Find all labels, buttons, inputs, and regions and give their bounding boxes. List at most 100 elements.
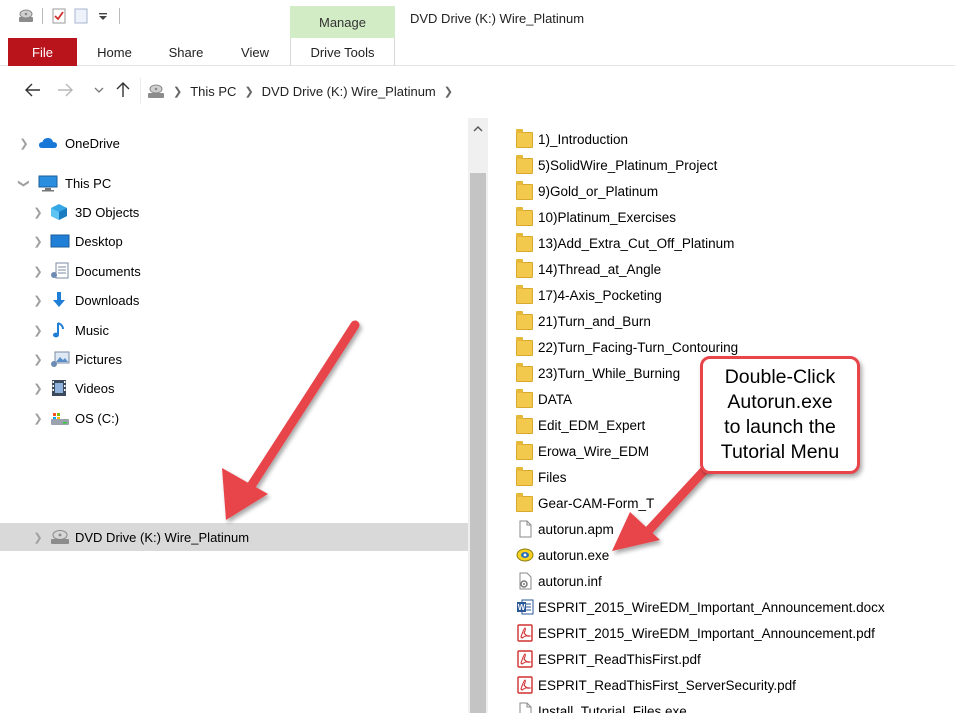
nav-label: Desktop [75, 233, 123, 249]
nav-item-onedrive[interactable]: ❯ OneDrive [0, 130, 468, 156]
tab-home[interactable]: Home [92, 38, 137, 66]
nav-item-videos[interactable]: ❯ Videos [0, 375, 468, 401]
qat-separator [119, 8, 120, 24]
list-item[interactable]: 1)_Introduction [510, 126, 950, 152]
list-item[interactable]: autorun.apm [510, 516, 950, 542]
nav-item-documents[interactable]: ❯ Documents [0, 258, 468, 284]
nav-item-this-pc[interactable]: ❯ This PC [0, 170, 468, 196]
downloads-icon [50, 291, 68, 309]
new-folder-icon[interactable] [73, 8, 89, 24]
chevron-right-icon[interactable]: ❯ [32, 206, 44, 219]
folder-icon [516, 207, 534, 226]
list-item[interactable]: Gear-CAM-Form_T [510, 490, 950, 516]
pdf-icon [516, 676, 534, 694]
folder-icon [516, 441, 534, 460]
breadcrumb-expand-chevron[interactable]: ❯ [444, 85, 453, 98]
dvd-drive-icon [147, 83, 165, 99]
folder-icon [516, 285, 534, 304]
dvd-drive-icon[interactable] [18, 8, 34, 24]
settings-file-icon [516, 572, 534, 590]
nav-item-pictures[interactable]: ❯ Pictures [0, 346, 468, 372]
tab-share[interactable]: Share [162, 38, 210, 66]
list-item[interactable]: 14)Thread_at_Angle [510, 256, 950, 282]
breadcrumb-dvd-drive[interactable]: DVD Drive (K:) Wire_Platinum [262, 84, 436, 99]
nav-item-downloads[interactable]: ❯ Downloads [0, 287, 468, 313]
folder-icon [516, 363, 534, 382]
computer-icon [38, 174, 58, 192]
chevron-right-icon[interactable]: ❯ [18, 137, 30, 150]
pdf-icon [516, 624, 534, 642]
list-item[interactable]: 13)Add_Extra_Cut_Off_Platinum [510, 230, 950, 256]
breadcrumb-this-pc[interactable]: This PC [190, 84, 236, 99]
scroll-thumb[interactable] [470, 173, 486, 713]
desktop-icon [50, 232, 70, 250]
ribbon-tab-row: File Home Share View Drive Tools [0, 38, 955, 66]
nav-item-dvd-drive[interactable]: ❯ DVD Drive (K:) Wire_Platinum [0, 523, 468, 551]
generic-file-icon [516, 702, 534, 713]
chevron-right-icon[interactable]: ❯ [32, 265, 44, 278]
tab-view[interactable]: View [234, 38, 276, 66]
nav-label: Documents [75, 263, 141, 279]
music-icon [50, 321, 68, 339]
address-box[interactable]: ❯ This PC ❯ DVD Drive (K:) Wire_Platinum… [140, 78, 955, 104]
list-item[interactable]: autorun.exe [510, 542, 950, 568]
nav-item-music[interactable]: ❯ Music [0, 317, 468, 343]
list-item[interactable]: autorun.inf [510, 568, 950, 594]
tab-file[interactable]: File [8, 38, 77, 66]
list-item[interactable]: ESPRIT_ReadThisFirst_ServerSecurity.pdf [510, 672, 950, 698]
forward-arrow-icon [58, 83, 73, 97]
nav-item-os-c[interactable]: ❯ OS (C:) [0, 405, 468, 431]
nav-label: Music [75, 322, 109, 338]
chevron-right-icon[interactable]: ❯ [32, 382, 44, 395]
chevron-right-icon[interactable]: ❯ [32, 353, 44, 366]
list-item[interactable]: 17)4-Axis_Pocketing [510, 282, 950, 308]
up-button[interactable] [114, 80, 132, 100]
back-button[interactable] [24, 80, 42, 100]
chevron-right-icon[interactable]: ❯ [32, 324, 44, 337]
navigation-pane: ❯ OneDrive ❯ This PC ❯ 3D Objects ❯ Desk… [0, 118, 468, 713]
list-item[interactable]: 5)SolidWire_Platinum_Project [510, 152, 950, 178]
manage-context-tab[interactable]: Manage [290, 6, 395, 38]
folder-icon [516, 155, 534, 174]
list-item[interactable]: Install_Tutorial_Files.exe [510, 698, 950, 713]
qat-separator [42, 8, 43, 24]
tab-drive-tools[interactable]: Drive Tools [290, 38, 395, 66]
list-item[interactable]: W ESPRIT_2015_WireEDM_Important_Announce… [510, 594, 950, 620]
list-item[interactable]: 9)Gold_or_Platinum [510, 178, 950, 204]
3d-objects-icon [50, 203, 68, 221]
window-title: DVD Drive (K:) Wire_Platinum [410, 11, 585, 26]
title-bar: Manage DVD Drive (K:) Wire_Platinum [0, 0, 955, 38]
nav-label: OS (C:) [75, 410, 120, 426]
nav-label: Videos [75, 380, 115, 396]
properties-icon[interactable] [51, 8, 67, 24]
scroll-up-button[interactable] [468, 118, 488, 138]
word-document-icon: W [516, 598, 534, 616]
nav-label: 3D Objects [75, 204, 140, 220]
navigation-bar: ❯ This PC ❯ DVD Drive (K:) Wire_Platinum… [0, 66, 955, 114]
customize-qat-icon[interactable] [95, 8, 111, 24]
breadcrumb-separator: ❯ [244, 85, 254, 98]
list-item[interactable]: ESPRIT_2015_WireEDM_Important_Announceme… [510, 620, 950, 646]
folder-icon [516, 415, 534, 434]
nav-label: Pictures [75, 351, 122, 367]
chevron-right-icon[interactable]: ❯ [32, 531, 44, 544]
drive-c-icon [50, 409, 69, 427]
nav-pane-scrollbar[interactable] [468, 118, 488, 713]
chevron-down-icon[interactable]: ❯ [18, 177, 31, 189]
list-item[interactable]: 10)Platinum_Exercises [510, 204, 950, 230]
chevron-right-icon[interactable]: ❯ [32, 235, 44, 248]
generic-file-icon [516, 520, 534, 538]
nav-label: Downloads [75, 292, 140, 308]
autorun-exe-icon [516, 546, 534, 564]
list-item[interactable]: 21)Turn_and_Burn [510, 308, 950, 334]
nav-item-desktop[interactable]: ❯ Desktop [0, 228, 468, 254]
chevron-right-icon[interactable]: ❯ [32, 412, 44, 425]
recent-locations-button[interactable] [90, 80, 108, 100]
list-item[interactable]: ESPRIT_ReadThisFirst.pdf [510, 646, 950, 672]
videos-icon [50, 379, 68, 397]
forward-button[interactable] [56, 80, 74, 100]
folder-icon [516, 129, 534, 148]
folder-icon [516, 389, 534, 408]
chevron-right-icon[interactable]: ❯ [32, 294, 44, 307]
nav-item-3d-objects[interactable]: ❯ 3D Objects [0, 199, 468, 225]
